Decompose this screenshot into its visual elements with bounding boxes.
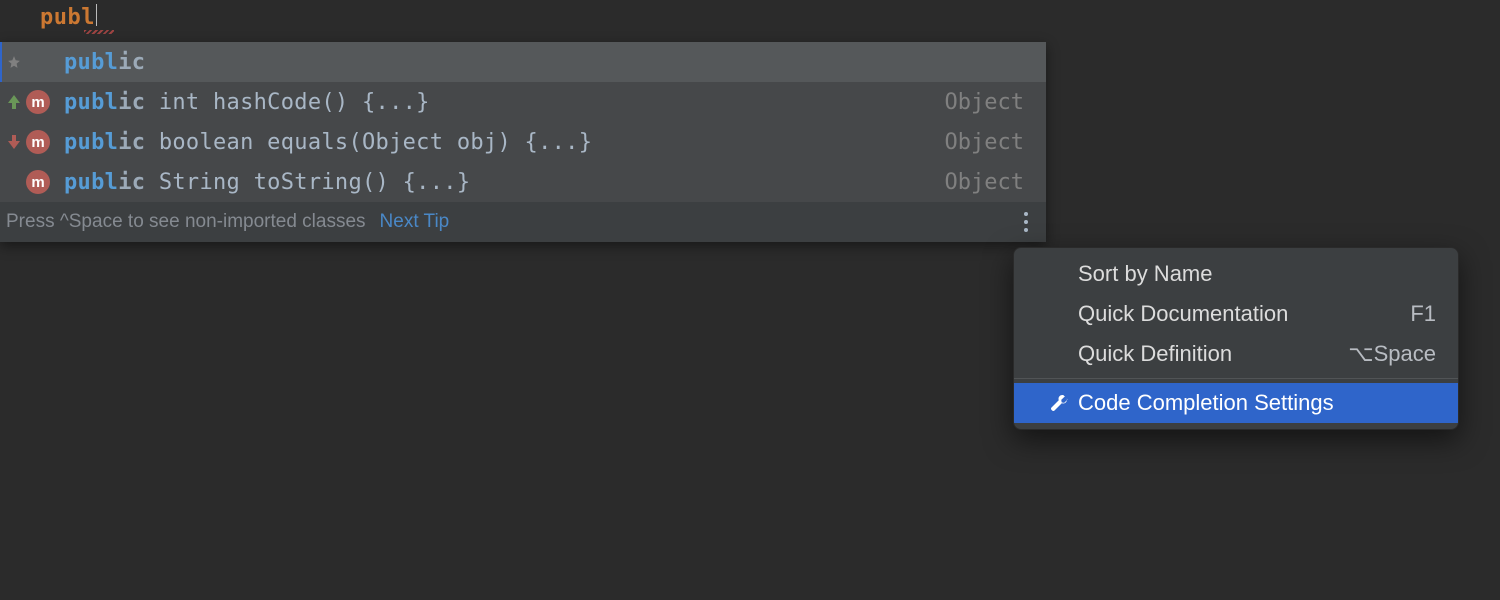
completion-tail: Object [945, 90, 1024, 115]
completion-signature: public int hashCode() {...} [64, 90, 945, 115]
editor-typed-text: publ [40, 5, 95, 30]
menu-shortcut: ⌥Space [1348, 341, 1436, 367]
completion-item[interactable]: public [0, 42, 1046, 82]
wrench-icon [1048, 392, 1070, 414]
completion-signature: public boolean equals(Object obj) {...} [64, 130, 945, 155]
completion-popup: public m public int hashCode() {...} Obj… [0, 42, 1046, 242]
context-menu: Sort by Name Quick Documentation F1 Quic… [1013, 247, 1459, 430]
selection-indicator [0, 42, 2, 82]
completion-signature: public String toString() {...} [64, 170, 945, 195]
completion-item[interactable]: m public int hashCode() {...} Object [0, 82, 1046, 122]
menu-quick-definition[interactable]: Quick Definition ⌥Space [1014, 334, 1458, 374]
completion-footer: Press ^Space to see non-imported classes… [0, 202, 1046, 242]
completion-item[interactable]: m public boolean equals(Object obj) {...… [0, 122, 1046, 162]
completion-item[interactable]: m public String toString() {...} Object [0, 162, 1046, 202]
method-badge-icon: m [26, 170, 50, 194]
editor-area[interactable]: publ public m public int hashCode() {...… [0, 0, 1500, 600]
completion-signature: public [64, 50, 1024, 75]
arrow-up-icon [6, 95, 22, 109]
menu-label: Quick Documentation [1078, 301, 1288, 327]
next-tip-link[interactable]: Next Tip [380, 211, 450, 233]
star-icon [6, 55, 22, 69]
menu-quick-documentation[interactable]: Quick Documentation F1 [1014, 294, 1458, 334]
completion-tail: Object [945, 170, 1024, 195]
method-badge-icon: m [26, 90, 50, 114]
error-squiggle [84, 30, 114, 34]
completion-tail: Object [945, 130, 1024, 155]
editor-typed-line: publ [40, 4, 97, 30]
arrow-down-icon [6, 135, 22, 149]
menu-label: Sort by Name [1078, 261, 1213, 287]
method-badge-icon: m [26, 130, 50, 154]
kebab-menu-icon[interactable] [1020, 208, 1032, 236]
menu-sort-by-name[interactable]: Sort by Name [1014, 254, 1458, 294]
menu-code-completion-settings[interactable]: Code Completion Settings [1014, 383, 1458, 423]
menu-label: Code Completion Settings [1078, 390, 1334, 416]
menu-separator [1014, 378, 1458, 379]
menu-shortcut: F1 [1410, 301, 1436, 327]
menu-label: Quick Definition [1078, 341, 1232, 367]
text-caret [96, 4, 97, 26]
footer-hint: Press ^Space to see non-imported classes [6, 211, 366, 233]
